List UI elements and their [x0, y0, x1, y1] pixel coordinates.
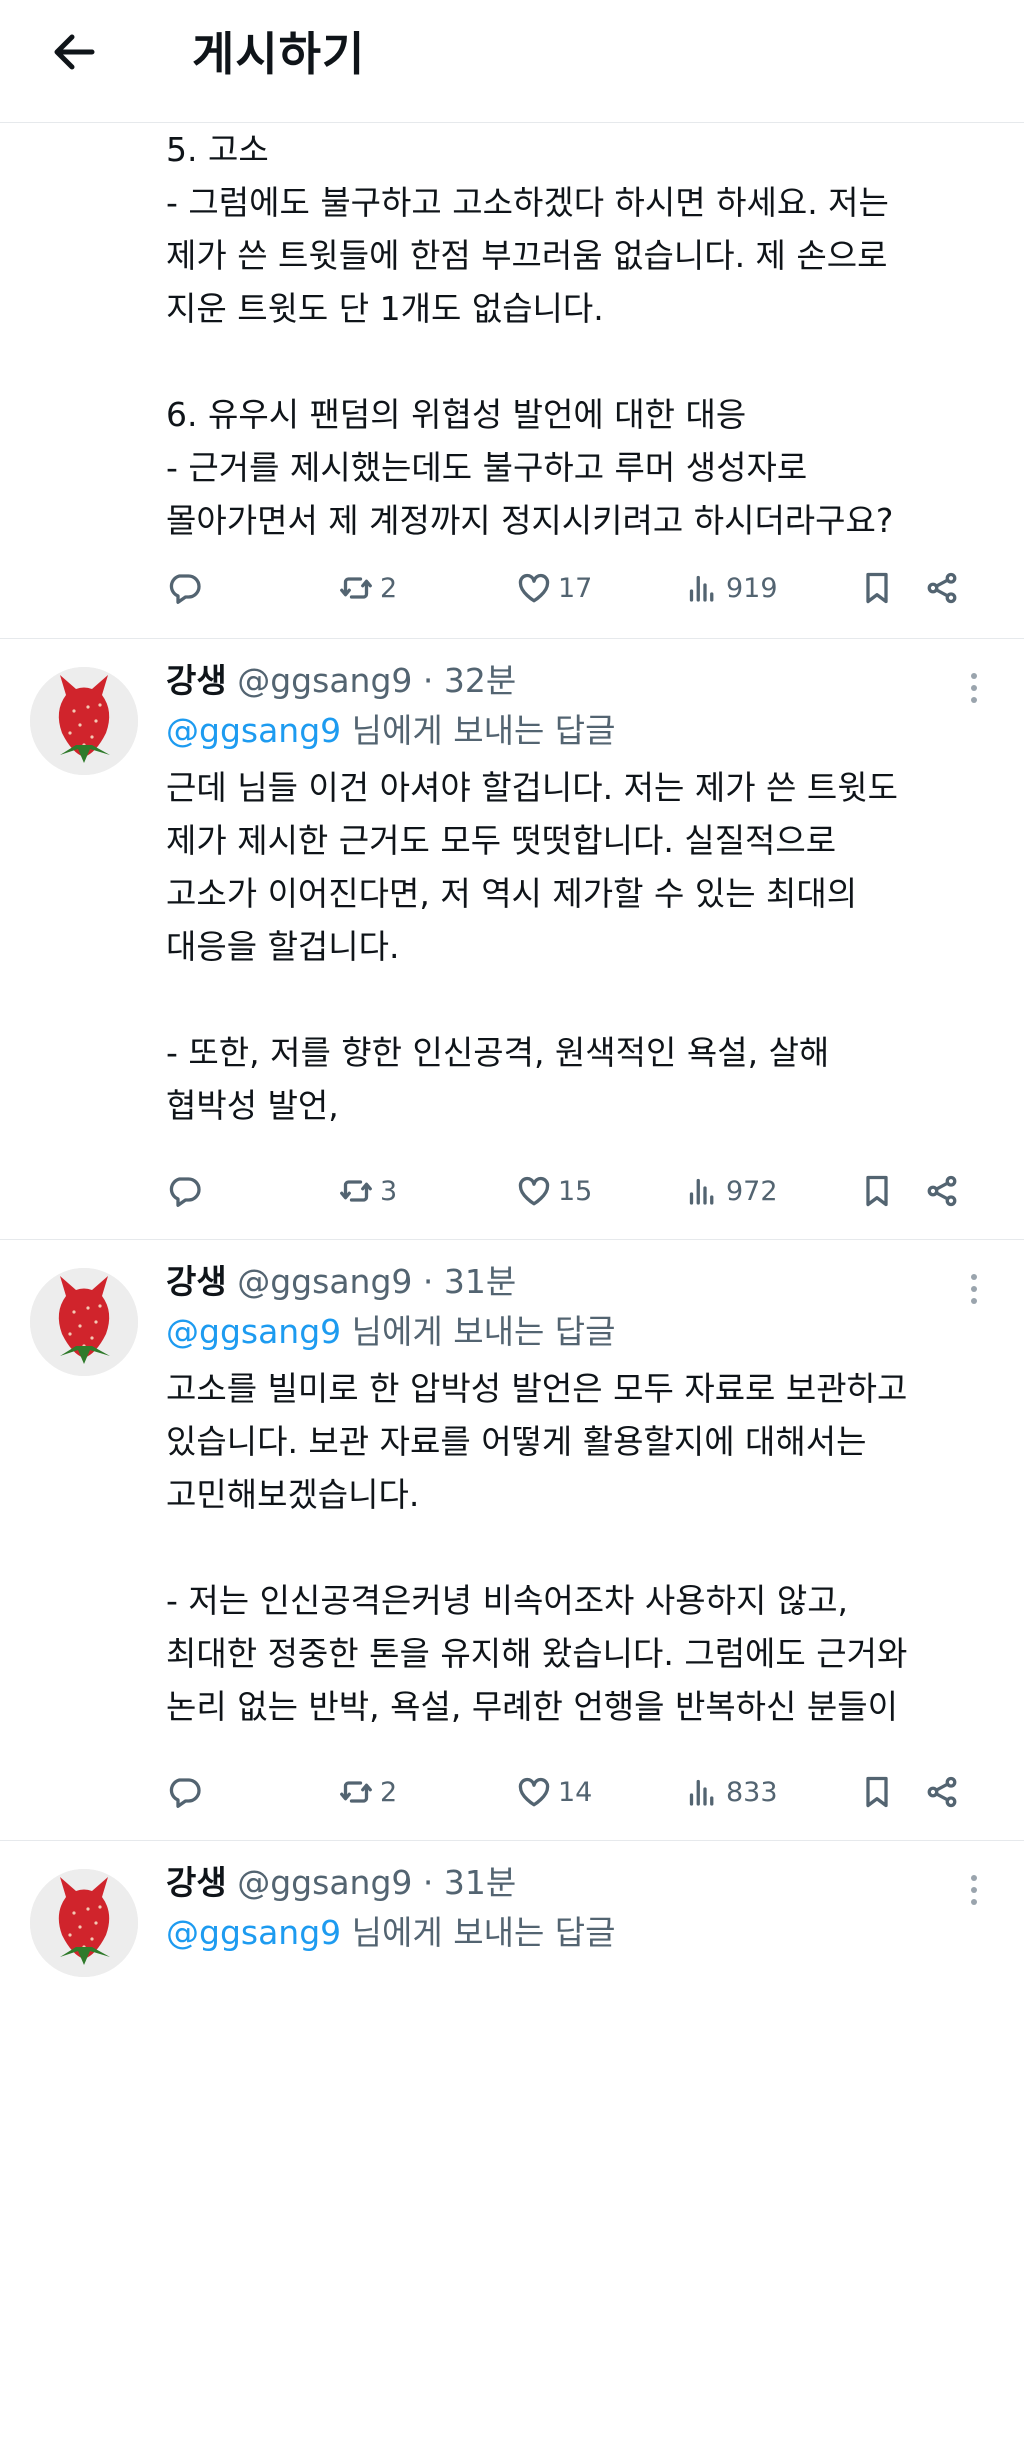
tweet[interactable]: 강생 @ggsang9 · 32분 @ggsang9 님에게 보내는 답글 근데… — [0, 639, 1024, 1240]
comment-icon — [166, 570, 202, 606]
strawberry-avatar-icon — [30, 1869, 138, 1977]
display-name[interactable]: 강생 — [166, 1863, 227, 1902]
reply-to-label: 님에게 보내는 답글 — [341, 1312, 616, 1351]
share-button[interactable] — [924, 564, 960, 612]
reply-button[interactable] — [166, 1768, 202, 1816]
strawberry-avatar-icon — [30, 667, 138, 775]
tweet-text: 5. 고소 - 그럼에도 불구하고 고소하겠다 하시면 하세요. 저는 제가 쓴… — [166, 130, 894, 540]
reply-to-label: 님에게 보내는 답글 — [341, 1913, 616, 1952]
bookmark-button[interactable] — [859, 1167, 895, 1215]
avatar[interactable] — [30, 667, 138, 775]
bookmark-icon — [859, 1173, 895, 1209]
view-count: 919 — [726, 572, 778, 604]
retweet-button[interactable]: 2 — [338, 564, 397, 612]
separator-dot: · — [422, 1863, 434, 1902]
views-button[interactable]: 972 — [684, 1167, 778, 1215]
like-count: 14 — [558, 1776, 593, 1808]
page-title: 게시하기 — [192, 27, 366, 81]
avatar[interactable] — [30, 1869, 138, 1977]
user-handle[interactable]: @ggsang9 — [237, 1262, 412, 1301]
timestamp[interactable]: 31분 — [444, 1262, 516, 1301]
tweet-text: 근데 님들 이건 아셔야 할겁니다. 저는 제가 쓴 트윗도 제가 제시한 근거… — [166, 768, 898, 1125]
reply-button[interactable] — [166, 564, 202, 612]
tweet-user-line: 강생 @ggsang9 · 32분 — [166, 657, 996, 705]
timestamp[interactable]: 31분 — [444, 1863, 516, 1902]
bookmark-button[interactable] — [859, 1768, 895, 1816]
reply-button[interactable] — [166, 1167, 202, 1215]
bookmark-icon — [859, 570, 895, 606]
tweet-user-line: 강생 @ggsang9 · 31분 — [166, 1258, 996, 1306]
views-chart-icon — [684, 1173, 720, 1209]
like-count: 17 — [558, 572, 593, 604]
views-button[interactable]: 833 — [684, 1768, 778, 1816]
user-handle[interactable]: @ggsang9 — [237, 661, 412, 700]
back-button[interactable] — [44, 22, 104, 82]
share-icon — [924, 570, 960, 606]
retweet-count: 2 — [380, 1776, 398, 1808]
retweet-icon — [338, 1774, 374, 1810]
bookmark-icon — [859, 1774, 895, 1810]
like-button[interactable]: 15 — [516, 1167, 592, 1215]
share-icon — [924, 1173, 960, 1209]
separator-dot: · — [422, 1262, 434, 1301]
reply-context: @ggsang9 님에게 보내는 답글 — [166, 705, 996, 761]
strawberry-avatar-icon — [30, 1268, 138, 1376]
user-handle[interactable]: @ggsang9 — [237, 1863, 412, 1902]
thread-timeline: 5. 고소 - 그럼에도 불구하고 고소하겠다 하시면 하세요. 저는 제가 쓴… — [0, 123, 1024, 2441]
tweet[interactable]: 강생 @ggsang9 · 31분 @ggsang9 님에게 보내는 답글 — [0, 1841, 1024, 2441]
reply-to-label: 님에게 보내는 답글 — [341, 711, 616, 750]
bookmark-button[interactable] — [859, 564, 895, 612]
separator-dot: · — [422, 661, 434, 700]
views-chart-icon — [684, 570, 720, 606]
tweet-body: 강생 @ggsang9 · 31분 @ggsang9 님에게 보내는 답글 고소… — [166, 1258, 996, 1733]
view-count: 833 — [726, 1776, 778, 1808]
tweet-user-line: 강생 @ggsang9 · 31분 — [166, 1859, 996, 1907]
display-name[interactable]: 강생 — [166, 1262, 227, 1301]
tweet-body: 강생 @ggsang9 · 31분 @ggsang9 님에게 보내는 답글 — [166, 1859, 996, 1963]
timestamp[interactable]: 32분 — [444, 661, 516, 700]
reply-context: @ggsang9 님에게 보내는 답글 — [166, 1306, 996, 1362]
retweet-button[interactable]: 3 — [338, 1167, 397, 1215]
reply-context: @ggsang9 님에게 보내는 답글 — [166, 1907, 996, 1963]
tweet[interactable]: 5. 고소 - 그럼에도 불구하고 고소하겠다 하시면 하세요. 저는 제가 쓴… — [0, 123, 1024, 639]
share-button[interactable] — [924, 1167, 960, 1215]
share-button[interactable] — [924, 1768, 960, 1816]
tweet[interactable]: 강생 @ggsang9 · 31분 @ggsang9 님에게 보내는 답글 고소… — [0, 1240, 1024, 1841]
comment-icon — [166, 1774, 202, 1810]
comment-icon — [166, 1173, 202, 1209]
heart-icon — [516, 570, 552, 606]
display-name[interactable]: 강생 — [166, 661, 227, 700]
like-count: 15 — [558, 1175, 593, 1207]
mention-link[interactable]: @ggsang9 — [166, 1913, 341, 1952]
views-chart-icon — [684, 1774, 720, 1810]
view-count: 972 — [726, 1175, 778, 1207]
tweet-body: 강생 @ggsang9 · 32분 @ggsang9 님에게 보내는 답글 근데… — [166, 657, 996, 1132]
mention-link[interactable]: @ggsang9 — [166, 1312, 341, 1351]
mention-link[interactable]: @ggsang9 — [166, 711, 341, 750]
views-button[interactable]: 919 — [684, 564, 778, 612]
tweet-actions: 3 15 972 — [166, 1167, 996, 1215]
like-button[interactable]: 14 — [516, 1768, 592, 1816]
tweet-actions: 2 14 833 — [166, 1768, 996, 1816]
heart-icon — [516, 1173, 552, 1209]
retweet-button[interactable]: 2 — [338, 1768, 397, 1816]
arrow-left-icon — [54, 34, 95, 70]
retweet-count: 3 — [380, 1175, 398, 1207]
retweet-count: 2 — [380, 572, 398, 604]
retweet-icon — [338, 1173, 374, 1209]
top-app-bar: 게시하기 — [0, 0, 1024, 123]
heart-icon — [516, 1774, 552, 1810]
share-icon — [924, 1774, 960, 1810]
tweet-actions: 2 17 919 — [166, 564, 996, 612]
avatar[interactable] — [30, 1268, 138, 1376]
like-button[interactable]: 17 — [516, 564, 592, 612]
retweet-icon — [338, 570, 374, 606]
tweet-text: 고소를 빌미로 한 압박성 발언은 모두 자료로 보관하고 있습니다. 보관 자… — [166, 1369, 908, 1726]
